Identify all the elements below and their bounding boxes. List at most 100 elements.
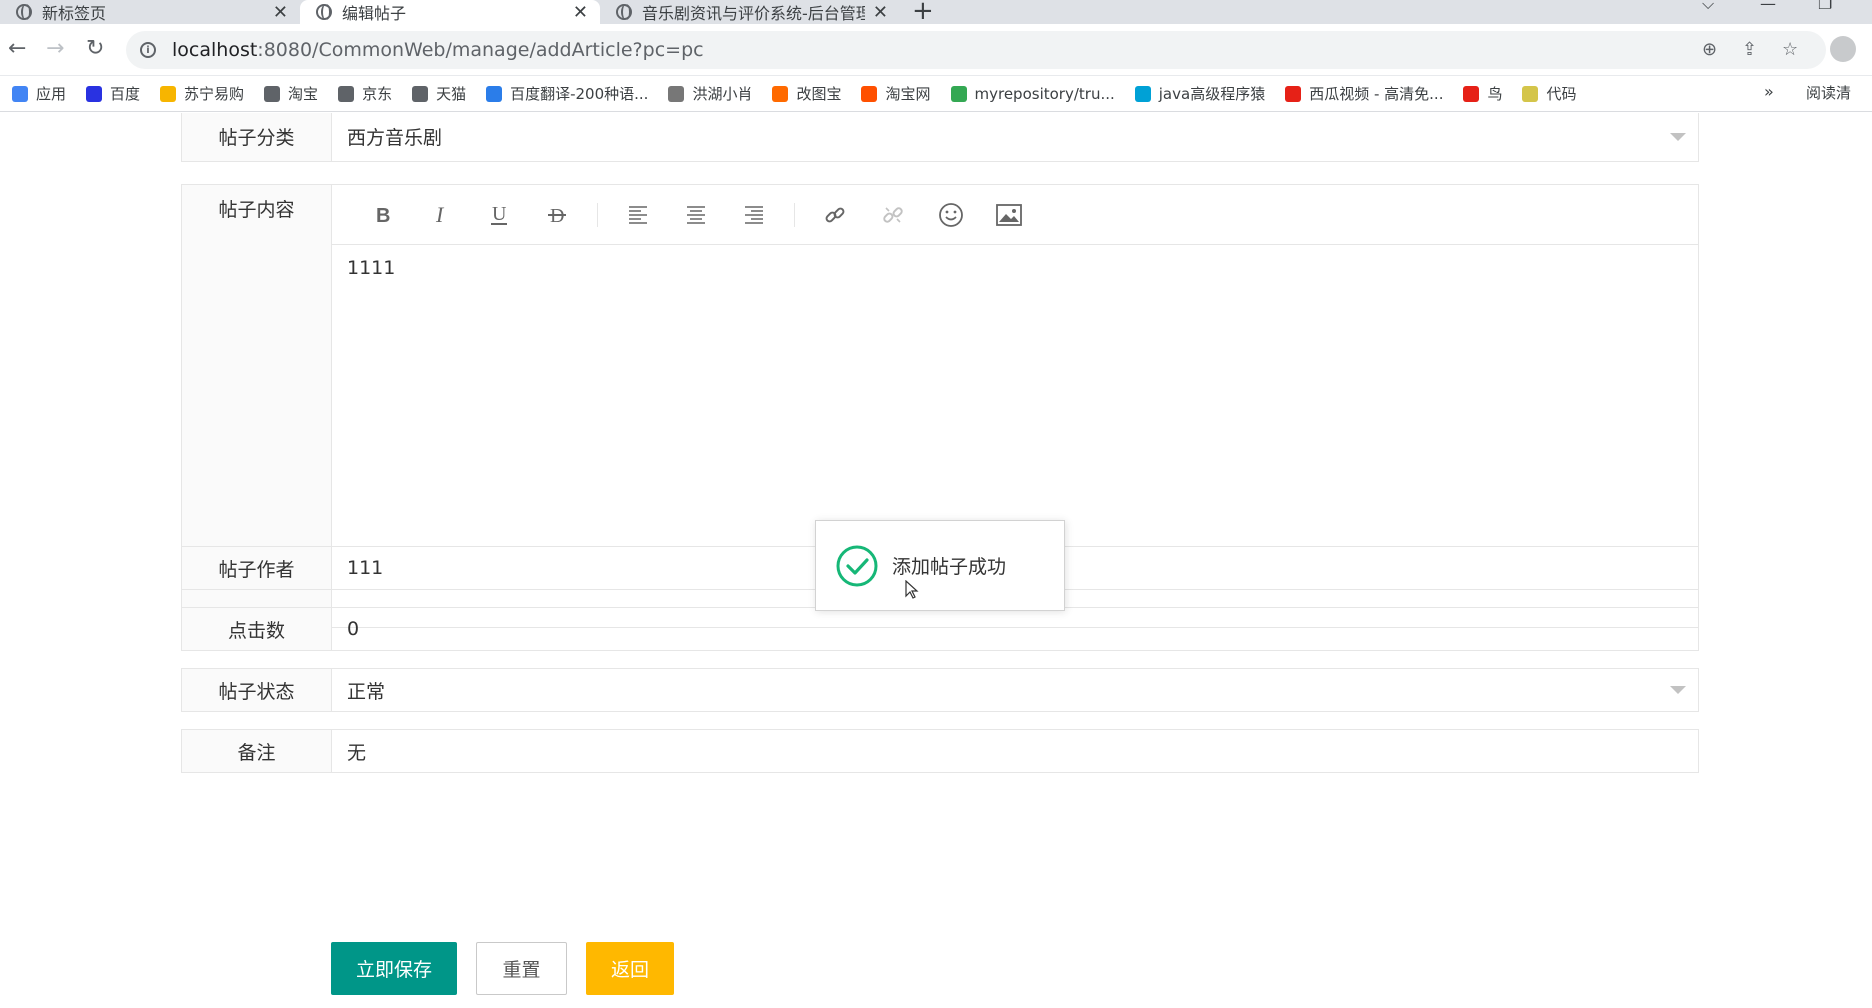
dropdown-arrow-icon[interactable] — [1670, 686, 1686, 694]
svg-text:I: I — [435, 204, 445, 226]
bookmark-label: 应用 — [36, 85, 67, 103]
bookmark-item[interactable]: 代码 — [1522, 83, 1577, 104]
status-value: 正常 — [347, 680, 386, 703]
reading-list-button[interactable]: 阅读清 — [1806, 82, 1851, 103]
bookmark-item[interactable]: 百度 — [86, 83, 140, 104]
bookmarks-overflow-icon[interactable]: » — [1764, 82, 1774, 101]
mouse-cursor-icon — [905, 580, 919, 599]
bookmark-item[interactable]: 淘宝 — [264, 83, 318, 104]
tab-title: 音乐剧资讯与评价系统-后台管理 — [642, 4, 865, 23]
bookmark-favicon-icon — [160, 85, 177, 102]
bookmark-favicon-icon — [1285, 85, 1302, 102]
status-label: 帖子状态 — [182, 669, 332, 711]
bookmark-favicon-icon — [668, 85, 685, 102]
bookmark-label: 百度翻译-200种语... — [510, 85, 649, 103]
tab-admin[interactable]: 音乐剧资讯与评价系统-后台管理 ✕ — [600, 0, 900, 24]
remark-row: 备注 无 — [181, 729, 1699, 773]
author-label: 帖子作者 — [182, 547, 332, 589]
save-button[interactable]: 立即保存 — [331, 942, 457, 995]
bookmark-label: 天猫 — [436, 85, 467, 103]
page-content: 帖子分类 西方音乐剧 帖子内容 B I U D 1111 帖子作者 111 点击… — [0, 113, 1872, 1008]
reset-button[interactable]: 重置 — [476, 942, 567, 995]
tab-new-tab[interactable]: 新标签页 ✕ — [0, 0, 300, 24]
bookmark-label: 代码 — [1546, 85, 1577, 103]
tab-title: 新标签页 — [42, 4, 107, 23]
link-icon[interactable] — [806, 197, 864, 233]
bookmark-label: 苏宁易购 — [184, 85, 245, 103]
toolbar-divider — [794, 202, 795, 227]
close-icon[interactable]: ✕ — [873, 2, 888, 23]
underline-icon[interactable]: U — [470, 197, 528, 233]
globe-icon — [616, 4, 632, 20]
share-icon[interactable]: ⇪ — [1742, 39, 1757, 60]
bold-icon[interactable]: B — [354, 197, 412, 233]
image-icon[interactable] — [980, 197, 1038, 233]
bookmark-favicon-icon — [861, 85, 878, 102]
category-label: 帖子分类 — [182, 113, 332, 161]
back-button[interactable]: 返回 — [586, 942, 674, 995]
bookmark-item[interactable]: 天猫 — [412, 83, 466, 104]
bookmark-favicon-icon — [772, 85, 789, 102]
category-value: 西方音乐剧 — [347, 127, 443, 149]
bookmark-item[interactable]: 应用 — [12, 83, 66, 104]
new-tab-icon[interactable]: + — [912, 0, 934, 26]
clicks-label: 点击数 — [182, 608, 332, 650]
chrome-icon — [16, 4, 32, 20]
bookmark-item[interactable]: 淘宝网 — [861, 83, 931, 104]
italic-icon[interactable]: I — [412, 197, 470, 233]
restore-icon[interactable]: ❐ — [1818, 0, 1832, 13]
bookmark-item[interactable]: 京东 — [338, 83, 392, 104]
status-select[interactable]: 正常 — [332, 669, 1698, 711]
bookmark-label: 淘宝网 — [885, 85, 931, 103]
bookmark-item[interactable]: 洪湖小肖 — [668, 83, 752, 104]
reload-icon[interactable]: ↻ — [86, 36, 104, 61]
success-toast: 添加帖子成功 — [815, 520, 1065, 611]
bookmark-item[interactable]: 西瓜视频 - 高清免... — [1285, 83, 1443, 104]
back-arrow-icon[interactable]: ← — [8, 36, 26, 61]
tab-edit-post[interactable]: 编辑帖子 ✕ — [300, 0, 600, 24]
chevron-down-icon[interactable]: ⌵ — [1702, 0, 1714, 14]
address-bar[interactable]: i localhost:8080/CommonWeb/manage/addArt… — [126, 31, 1826, 69]
zoom-icon[interactable]: ⊕ — [1702, 39, 1717, 60]
info-icon[interactable]: i — [140, 42, 156, 58]
check-circle-icon — [836, 545, 878, 586]
bookmark-item[interactable]: 鸟 — [1463, 83, 1502, 104]
url-text[interactable]: localhost:8080/CommonWeb/manage/addArtic… — [172, 39, 704, 61]
bookmark-item[interactable]: myrepository/tru... — [950, 85, 1115, 103]
bookmark-label: 百度 — [110, 85, 141, 103]
bookmark-item[interactable]: 改图宝 — [772, 83, 841, 104]
bookmark-label: 西瓜视频 - 高清免... — [1309, 85, 1444, 103]
bookmark-favicon-icon — [1463, 85, 1480, 102]
emoji-icon[interactable] — [922, 197, 980, 233]
bookmark-item[interactable]: java高级程序猿 — [1134, 83, 1266, 104]
editor-toolbar: B I U D — [332, 185, 1698, 245]
bookmark-favicon-icon — [1134, 85, 1151, 102]
bookmark-favicon-icon — [338, 85, 355, 102]
align-center-icon[interactable] — [667, 197, 725, 233]
profile-avatar-icon[interactable] — [1830, 36, 1856, 62]
forward-arrow-icon[interactable]: → — [46, 36, 64, 61]
bookmark-label: 洪湖小肖 — [692, 85, 753, 103]
clicks-row: 点击数 0 — [181, 607, 1699, 651]
bookmark-favicon-icon — [486, 85, 503, 102]
close-icon[interactable]: ✕ — [273, 2, 288, 23]
clicks-input[interactable]: 0 — [332, 608, 1698, 650]
remark-input[interactable]: 无 — [332, 730, 1698, 772]
strikethrough-icon[interactable]: D — [528, 197, 586, 233]
toolbar-divider — [597, 202, 598, 227]
dropdown-arrow-icon[interactable] — [1670, 132, 1686, 141]
minimize-icon[interactable]: — — [1760, 0, 1776, 13]
bookmark-favicon-icon — [412, 85, 429, 102]
bookmark-item[interactable]: 百度翻译-200种语... — [486, 83, 648, 104]
align-left-icon[interactable] — [609, 197, 667, 233]
close-icon[interactable]: ✕ — [573, 2, 588, 23]
unlink-icon[interactable] — [864, 197, 922, 233]
svg-text:U: U — [492, 203, 507, 225]
align-right-icon[interactable] — [725, 197, 783, 233]
category-select[interactable]: 西方音乐剧 — [332, 113, 1698, 161]
url-host: localhost — [172, 39, 258, 61]
browser-toolbar: ← → ↻ i localhost:8080/CommonWeb/manage/… — [0, 24, 1872, 76]
star-icon[interactable]: ☆ — [1782, 39, 1798, 60]
bookmark-item[interactable]: 苏宁易购 — [160, 83, 244, 104]
bookmark-label: java高级程序猿 — [1158, 85, 1266, 103]
